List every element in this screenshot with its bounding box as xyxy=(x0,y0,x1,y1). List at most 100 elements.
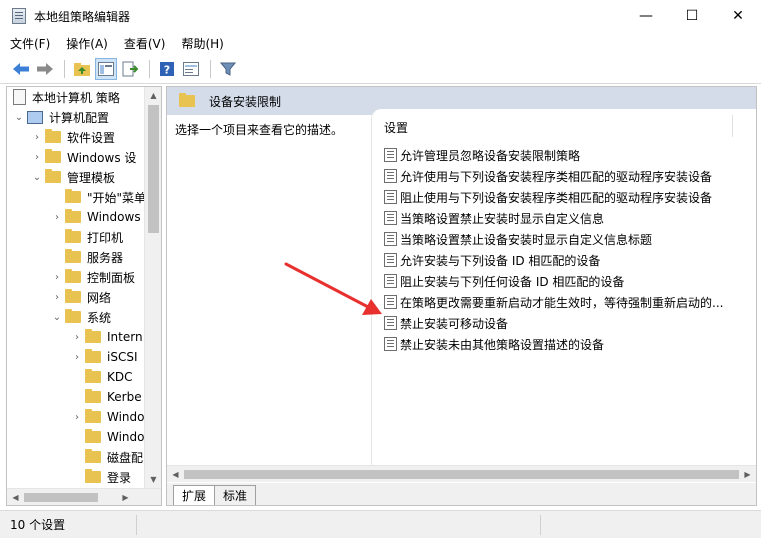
tree-horizontal-scrollbar[interactable]: ◀ ▶ xyxy=(7,488,161,505)
scroll-left-icon[interactable]: ◀ xyxy=(7,489,24,505)
chevron-down-icon[interactable]: ⌄ xyxy=(51,312,63,323)
scrollbar-thumb[interactable] xyxy=(148,105,159,233)
chevron-right-icon[interactable]: › xyxy=(71,332,83,343)
tree-item-iscsi[interactable]: › iSCSI xyxy=(71,347,138,367)
show-hide-tree-icon[interactable] xyxy=(95,57,117,80)
scroll-up-icon[interactable]: ▲ xyxy=(145,87,161,104)
column-header-setting[interactable]: 设置 xyxy=(384,119,408,136)
scroll-down-icon[interactable]: ▼ xyxy=(145,471,161,488)
tree-vertical-scrollbar[interactable]: ▲ ▼ xyxy=(144,87,161,488)
minimize-button[interactable]: — xyxy=(623,0,669,32)
tree-item-start-menu[interactable]: "开始"菜单 xyxy=(51,187,146,207)
back-icon[interactable] xyxy=(10,58,32,80)
tree-item-control-panel[interactable]: › 控制面板 xyxy=(51,267,135,287)
setting-row[interactable]: 当策略设置禁止设备安装时显示自定义信息标题 xyxy=(384,229,652,249)
tree-item-label: 计算机配置 xyxy=(49,110,110,125)
tree-item-label: 服务器 xyxy=(87,250,124,265)
tree-item-logon[interactable]: 登录 xyxy=(71,467,131,487)
tree-item-computer-config[interactable]: ⌄ 计算机配置 xyxy=(13,107,109,127)
setting-row-remove-removable-devices[interactable]: 禁止安装可移动设备 xyxy=(384,313,508,333)
status-divider xyxy=(540,515,541,535)
setting-row[interactable]: 禁止安装未由其他策略设置描述的设备 xyxy=(384,334,604,354)
setting-row[interactable]: 允许使用与下列设备安装程序类相匹配的驱动程序安装设备 xyxy=(384,166,712,186)
tree-item-admin-templates[interactable]: ⌄ 管理模板 xyxy=(31,167,115,187)
tree-item-label: KDC xyxy=(107,370,133,384)
maximize-button[interactable]: ☐ xyxy=(669,0,715,32)
up-folder-icon[interactable] xyxy=(71,58,93,80)
tree-item-kerberos[interactable]: Kerbe xyxy=(71,387,142,407)
column-divider[interactable] xyxy=(732,115,733,137)
tree-item-label: 系统 xyxy=(87,310,112,325)
chevron-right-icon[interactable]: › xyxy=(71,412,83,423)
status-divider xyxy=(136,515,137,535)
tree-item-system[interactable]: ⌄ 系统 xyxy=(51,307,111,327)
chevron-right-icon[interactable]: › xyxy=(51,212,63,223)
menu-view[interactable]: 查看(V) xyxy=(124,35,166,52)
tree-item-software-settings[interactable]: › 软件设置 xyxy=(31,127,115,147)
tree-item-label: 软件设置 xyxy=(67,130,116,145)
policy-setting-icon xyxy=(384,190,397,204)
tree-item-printers[interactable]: 打印机 xyxy=(51,227,123,247)
setting-row[interactable]: 阻止使用与下列设备安装程序类相匹配的驱动程序安装设备 xyxy=(384,187,712,207)
menu-help[interactable]: 帮助(H) xyxy=(181,35,223,52)
navigation-tree[interactable]: 本地计算机 策略 ⌄ 计算机配置 › 软件设置 › Windows 设 ⌄ 管理… xyxy=(6,86,162,506)
menu-file[interactable]: 文件(F) xyxy=(10,35,50,52)
policy-setting-icon xyxy=(384,253,397,267)
scroll-right-icon[interactable]: ▶ xyxy=(117,489,134,505)
tab-standard[interactable]: 标准 xyxy=(214,485,257,505)
tree-item-windows-a[interactable]: › Windo xyxy=(71,407,145,427)
chevron-right-icon[interactable]: › xyxy=(51,292,63,303)
tree-item-disk-quota[interactable]: 磁盘配 xyxy=(71,447,143,467)
setting-row[interactable]: 在策略更改需要重新启动才能生效时，等待强制重新启动的... xyxy=(384,292,723,312)
setting-row[interactable]: 阻止安装与下列任何设备 ID 相匹配的设备 xyxy=(384,271,624,291)
scrollbar-thumb[interactable] xyxy=(184,470,739,479)
tree-item-kdc[interactable]: KDC xyxy=(71,367,133,387)
tree-item-windows-b[interactable]: Windo xyxy=(71,427,145,447)
setting-row[interactable]: 当策略设置禁止安装时显示自定义信息 xyxy=(384,208,604,228)
settings-list[interactable]: 设置 允许管理员忽略设备安装限制策略 允许使用与下列设备安装程序类相匹配的驱动程… xyxy=(371,109,756,465)
folder-icon xyxy=(85,389,101,403)
chevron-right-icon[interactable]: › xyxy=(31,132,43,143)
details-horizontal-scrollbar[interactable]: ◀ ▶ xyxy=(167,465,756,482)
tree-item-windows-settings[interactable]: › Windows 设 xyxy=(31,147,136,167)
toolbar-separator xyxy=(210,59,211,78)
folder-icon xyxy=(65,209,81,223)
tree-item-label: Windows 设 xyxy=(67,150,137,165)
folder-icon xyxy=(85,349,101,363)
scroll-left-icon[interactable]: ◀ xyxy=(167,466,184,483)
chevron-right-icon[interactable]: › xyxy=(71,352,83,363)
tab-extended[interactable]: 扩展 xyxy=(173,485,216,505)
folder-icon xyxy=(65,309,81,323)
tree-item-windows-components[interactable]: › Windows xyxy=(51,207,141,227)
chevron-right-icon[interactable]: › xyxy=(51,272,63,283)
policy-setting-icon xyxy=(384,232,397,246)
chevron-down-icon[interactable]: ⌄ xyxy=(13,112,25,123)
setting-label: 当策略设置禁止安装时显示自定义信息 xyxy=(400,211,605,226)
tree-item-server[interactable]: 服务器 xyxy=(51,247,123,267)
chevron-down-icon[interactable]: ⌄ xyxy=(31,172,43,183)
export-list-icon[interactable] xyxy=(119,58,141,80)
setting-row[interactable]: 允许安装与下列设备 ID 相匹配的设备 xyxy=(384,250,600,270)
tree-item-root[interactable]: 本地计算机 策略 xyxy=(11,87,120,107)
scrollbar-thumb[interactable] xyxy=(24,493,98,502)
setting-label: 当策略设置禁止设备安装时显示自定义信息标题 xyxy=(400,232,653,247)
forward-icon[interactable] xyxy=(34,58,56,80)
help-icon[interactable]: ? xyxy=(156,58,178,80)
tree-item-network[interactable]: › 网络 xyxy=(51,287,111,307)
tree-item-internet[interactable]: › Intern xyxy=(71,327,143,347)
tree-item-label: 打印机 xyxy=(87,230,124,245)
menu-action[interactable]: 操作(A) xyxy=(66,35,108,52)
status-bar: 10 个设置 xyxy=(0,510,761,538)
chevron-right-icon[interactable]: › xyxy=(31,152,43,163)
scroll-right-icon[interactable]: ▶ xyxy=(739,466,756,483)
folder-icon xyxy=(65,269,81,283)
properties-icon[interactable] xyxy=(180,58,202,80)
setting-row[interactable]: 允许管理员忽略设备安装限制策略 xyxy=(384,145,580,165)
policy-setting-icon xyxy=(384,295,397,309)
setting-label: 允许使用与下列设备安装程序类相匹配的驱动程序安装设备 xyxy=(400,169,713,184)
setting-label: 阻止使用与下列设备安装程序类相匹配的驱动程序安装设备 xyxy=(400,190,713,205)
tree-item-label: 本地计算机 策略 xyxy=(32,90,120,105)
close-button[interactable]: ✕ xyxy=(715,0,761,32)
folder-icon xyxy=(179,93,195,107)
filter-icon[interactable] xyxy=(217,58,239,80)
